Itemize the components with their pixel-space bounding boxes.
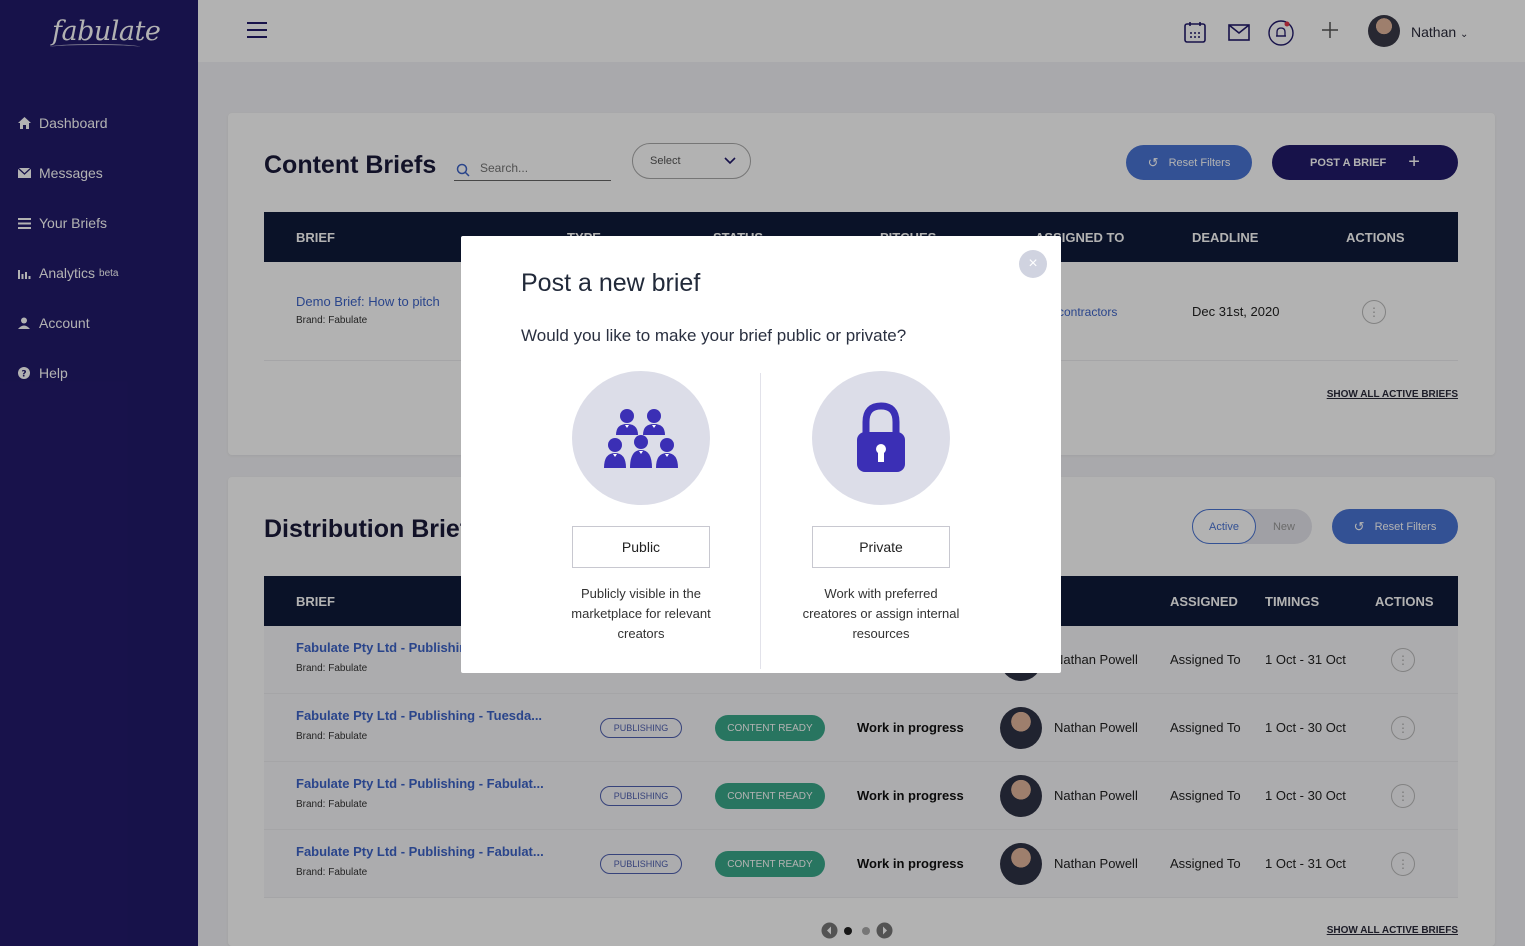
modal-question: Would you like to make your brief public…	[521, 326, 907, 345]
private-description: Work with preferred creatores or assign …	[802, 586, 960, 641]
private-button[interactable]: Private	[812, 526, 950, 568]
public-description: Publicly visible in the marketplace for …	[571, 586, 711, 641]
lock-icon	[857, 402, 905, 472]
modal-title: Post a new brief	[521, 269, 701, 297]
public-button[interactable]: Public	[572, 526, 710, 568]
group-icon	[604, 409, 678, 468]
private-option-circle[interactable]	[812, 371, 950, 505]
close-icon[interactable]: ×	[1019, 250, 1047, 278]
post-brief-modal: × Post a new brief Would you like to mak…	[461, 236, 1061, 673]
options-divider	[760, 373, 761, 669]
public-option-circle[interactable]	[572, 371, 710, 505]
